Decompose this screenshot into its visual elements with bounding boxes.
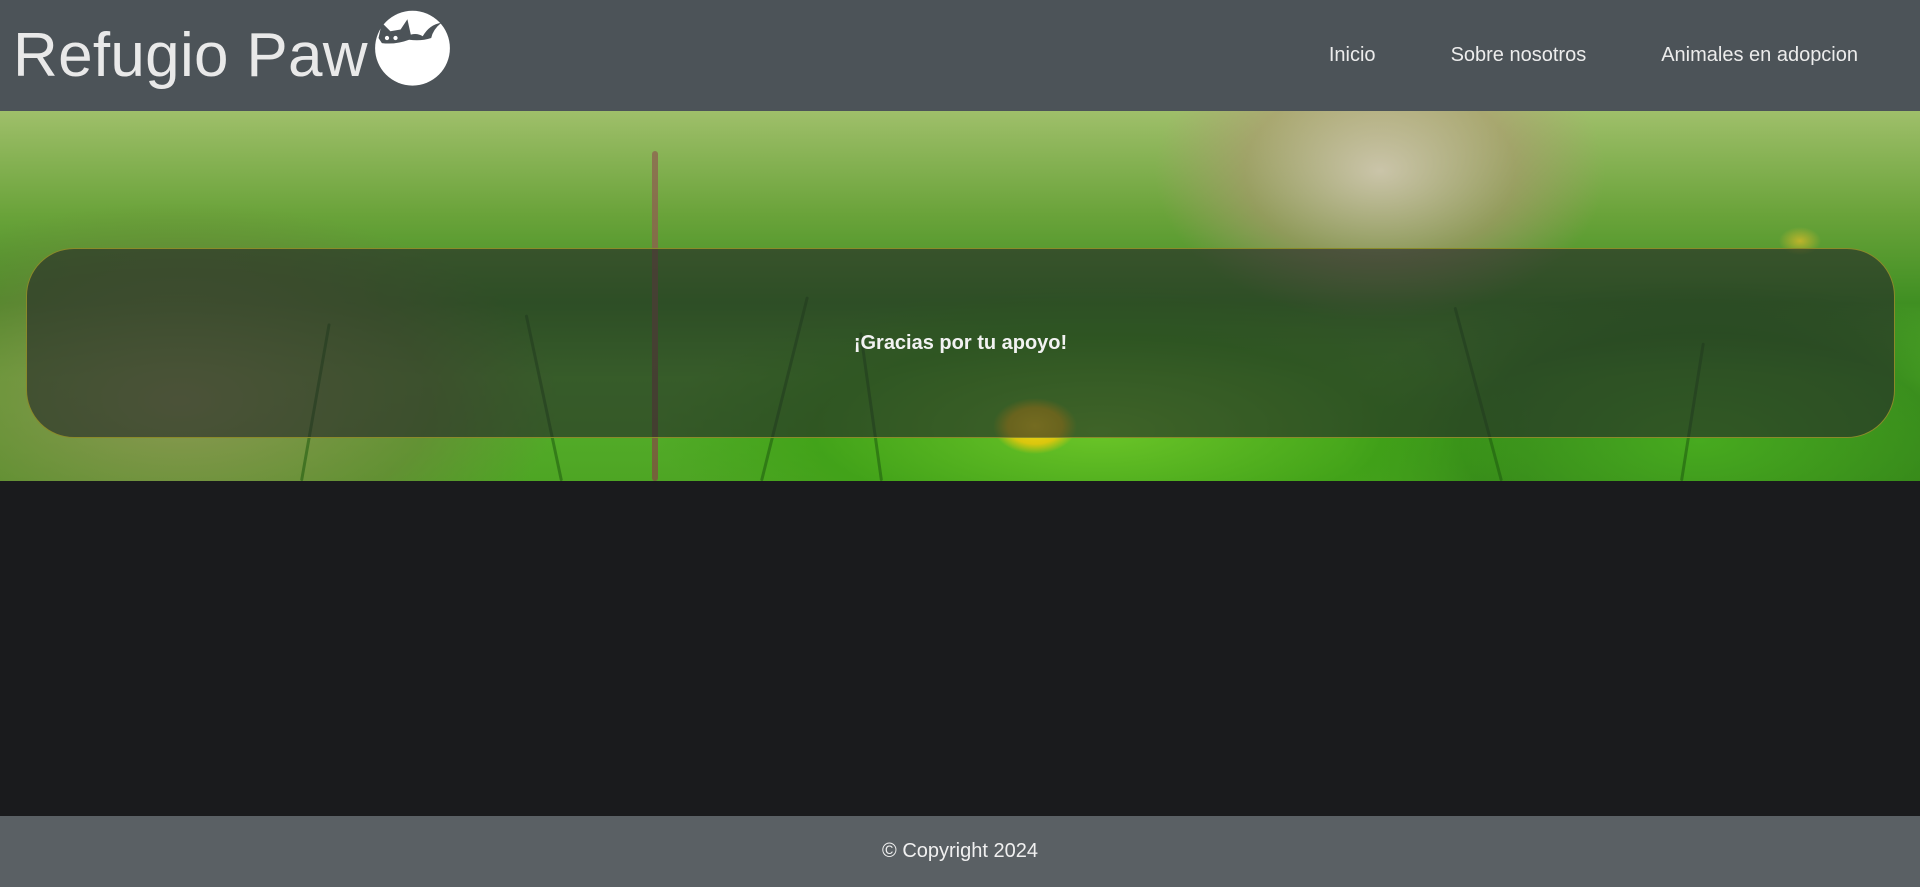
thank-you-notice: ¡Gracias por tu apoyo! — [26, 248, 1895, 438]
copyright-text: © Copyright 2024 — [882, 840, 1038, 862]
cat-logo-icon[interactable] — [370, 4, 455, 89]
nav-animales-en-adopcion[interactable]: Animales en adopcion — [1661, 44, 1858, 67]
site-header: Refugio Paw Inicio Sobre nosotros Animal… — [0, 0, 1920, 111]
site-footer: © Copyright 2024 — [0, 816, 1920, 887]
main-nav: Inicio Sobre nosotros Animales en adopci… — [1254, 44, 1858, 67]
thank-you-message: ¡Gracias por tu apoyo! — [853, 331, 1068, 354]
nav-sobre-nosotros[interactable]: Sobre nosotros — [1451, 44, 1587, 67]
brand-title[interactable]: Refugio Paw — [13, 24, 368, 87]
hero-banner: ¡Gracias por tu apoyo! — [0, 111, 1920, 481]
nav-inicio[interactable]: Inicio — [1329, 44, 1376, 67]
brand[interactable]: Refugio Paw — [13, 10, 455, 89]
